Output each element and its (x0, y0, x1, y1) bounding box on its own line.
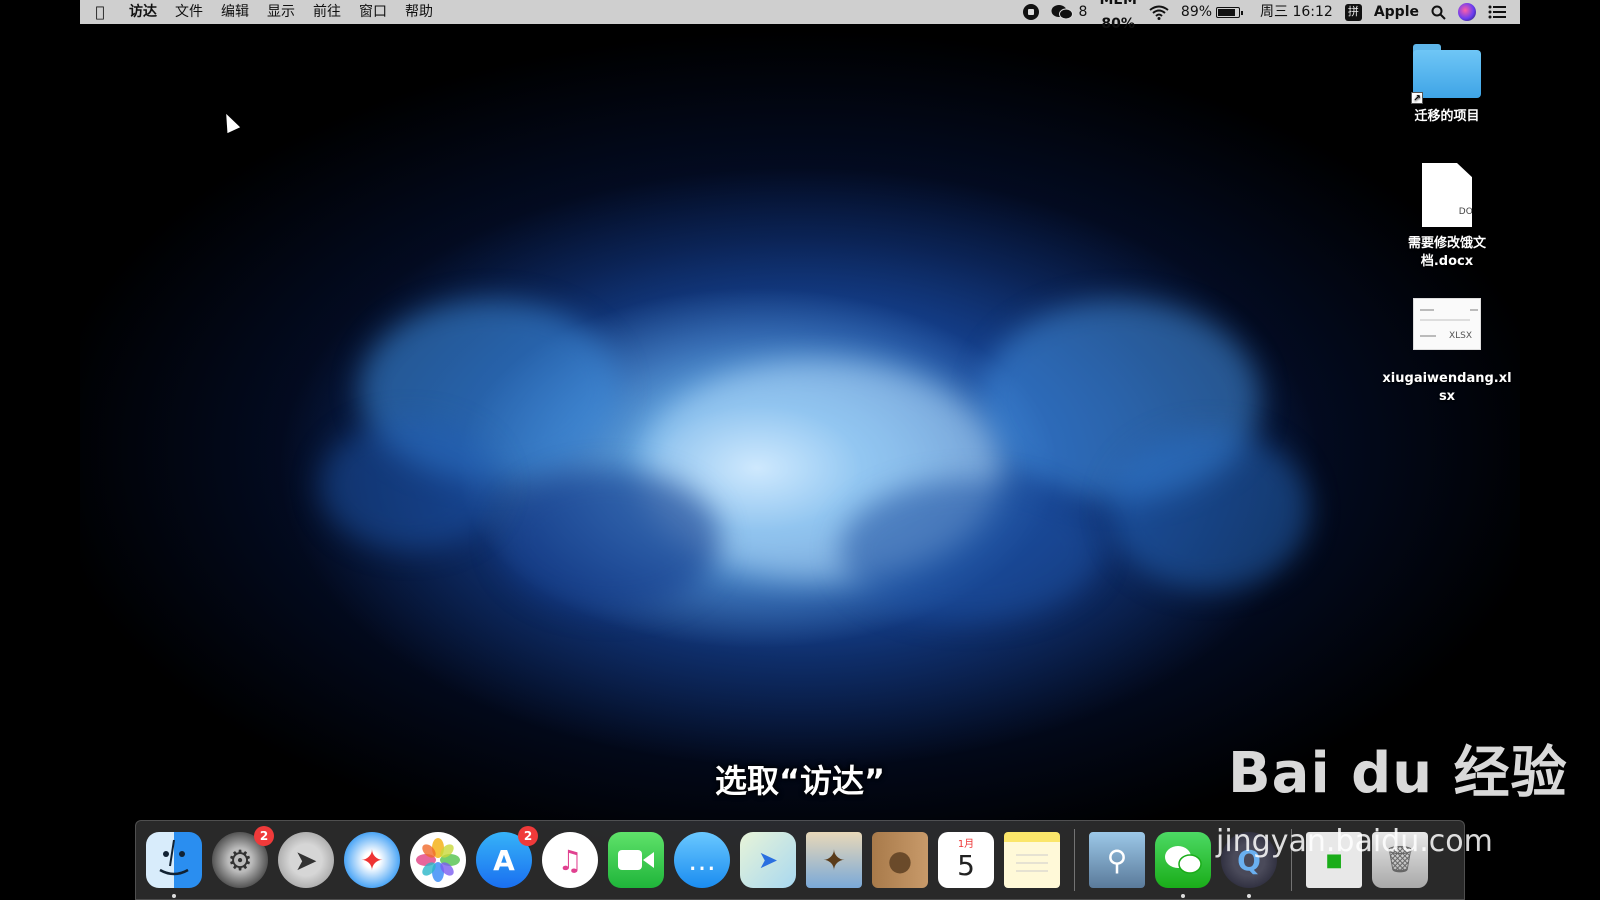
person-icon: ● (887, 843, 913, 877)
dock-separator (1074, 829, 1075, 891)
notification-badge: 2 (254, 826, 274, 846)
file-type-label: DOCX (1458, 207, 1486, 217)
wechat-status[interactable]: 8 (1051, 0, 1088, 24)
file-type-label: XLSX (1448, 331, 1472, 341)
clock[interactable]: 周三 16:12 (1260, 0, 1333, 24)
siri-icon[interactable] (1458, 3, 1476, 21)
desktop-icon-xlsx-file[interactable]: XLSX xiugaiwendang.xlsx (1377, 298, 1517, 406)
running-indicator (1247, 894, 1251, 898)
dock-mail[interactable]: ✦ (806, 832, 862, 888)
desktop-icon-label: 迁移的项目 (1414, 109, 1480, 124)
wechat-count: 8 (1078, 4, 1088, 20)
notepad-icon (1016, 854, 1048, 872)
dock-itunes[interactable]: ♫ (542, 832, 598, 888)
desktop-icon-docx-file[interactable]: DOCX 需要修改饿文档.docx (1377, 163, 1517, 271)
battery-icon (1216, 6, 1244, 18)
dock-finder[interactable] (146, 832, 202, 898)
input-method-icon[interactable]: 拼 (1344, 3, 1362, 21)
docx-file-icon: DOCX (1422, 163, 1472, 227)
dock-system-preferences[interactable]: ⚙ 2 (212, 826, 274, 888)
dock-app-store[interactable]: A 2 (476, 826, 538, 888)
battery-status[interactable]: 89% (1180, 0, 1244, 24)
dock-photos[interactable] (410, 832, 466, 888)
dock-contacts[interactable]: ● (872, 832, 928, 888)
photos-flower-icon (416, 838, 460, 882)
menu-finder[interactable]: 访达 (120, 0, 166, 24)
dock-safari[interactable]: ✦ (344, 832, 400, 888)
dock-notes[interactable] (1004, 832, 1060, 888)
running-indicator (172, 894, 176, 898)
apple-logo-icon[interactable]:  (80, 3, 120, 21)
menu-bar:  访达 文件 编辑 显示 前往 窗口 帮助 8 MEM 80% 89% 周三 … (80, 0, 1520, 32)
menu-window[interactable]: 窗口 (350, 0, 396, 24)
menu-help[interactable]: 帮助 (396, 0, 442, 24)
menu-go[interactable]: 前往 (304, 0, 350, 24)
user-menu[interactable]: Apple (1374, 0, 1419, 24)
baidu-jingyan-watermark: Bai du 经验 jingyan.baidu.com (1216, 728, 1568, 859)
compass-icon: ✦ (360, 843, 384, 877)
eagle-stamp-icon: ✦ (822, 843, 846, 877)
folder-icon: ↗ (1411, 44, 1481, 104)
finder-icon (159, 839, 189, 876)
magnifier-photo-icon: ⚲ (1106, 843, 1128, 877)
video-camera-icon (618, 850, 654, 870)
calendar-day: 5 (957, 849, 975, 882)
desktop-icon-label: xiugaiwendang.xlsx (1382, 371, 1512, 404)
screen-record-icon[interactable] (1022, 4, 1039, 20)
notification-badge: 2 (518, 826, 538, 846)
wifi-icon[interactable] (1149, 5, 1169, 20)
dock-maps[interactable]: ➤ (740, 832, 796, 888)
music-note-icon: ♫ (557, 843, 583, 877)
desktop-icon-label: 需要修改饿文档.docx (1407, 236, 1486, 269)
input-method-label: 拼 (1344, 3, 1362, 21)
mem-value: 80% (1101, 16, 1135, 32)
dock-preview[interactable]: ⚲ (1089, 832, 1145, 888)
memory-indicator[interactable]: MEM 80% (1099, 0, 1136, 36)
app-store-icon: A (493, 843, 515, 877)
watermark-brand: Bai du 经验 (1228, 741, 1568, 806)
map-pin-icon: ➤ (757, 846, 779, 874)
running-indicator (1181, 894, 1185, 898)
menu-file[interactable]: 文件 (166, 0, 212, 24)
dock-calendar[interactable]: 1月 5 (938, 832, 994, 888)
menu-view[interactable]: 显示 (258, 0, 304, 24)
spotlight-search-icon[interactable] (1431, 5, 1446, 20)
wechat-icon (1051, 5, 1073, 20)
dock-launchpad[interactable]: ➤ (278, 832, 334, 888)
menu-edit[interactable]: 编辑 (212, 0, 258, 24)
xlsx-file-icon: XLSX (1413, 298, 1481, 350)
rocket-icon: ➤ (294, 843, 318, 877)
dock-facetime[interactable] (608, 832, 664, 888)
desktop-icon-migrated-folder[interactable]: ↗ 迁移的项目 (1377, 44, 1517, 126)
notification-center-icon[interactable] (1488, 5, 1506, 19)
gear-icon: ⚙ (227, 843, 253, 877)
wechat-icon (1165, 846, 1202, 874)
speech-bubble-icon: … (688, 843, 716, 877)
dock-wechat[interactable] (1155, 832, 1211, 898)
dock-messages[interactable]: … (674, 832, 730, 888)
mem-label: MEM (1099, 0, 1137, 8)
battery-percent: 89% (1180, 4, 1213, 20)
watermark-url: jingyan.baidu.com (1216, 824, 1493, 859)
